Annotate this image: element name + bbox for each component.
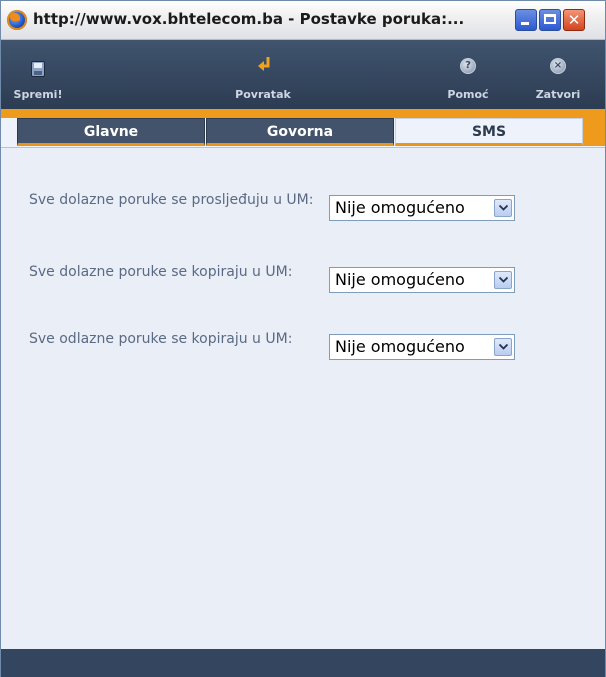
back-button[interactable]: Povratak bbox=[213, 40, 313, 109]
close-button[interactable]: × Zatvori bbox=[521, 40, 595, 109]
save-button[interactable]: Spremi! bbox=[11, 40, 65, 109]
bottom-bar bbox=[1, 649, 605, 677]
chevron-down-icon[interactable] bbox=[494, 271, 512, 289]
maximize-button[interactable] bbox=[539, 9, 561, 31]
tab-glavne[interactable]: Glavne bbox=[17, 118, 205, 146]
floppy-disk-icon bbox=[31, 61, 45, 77]
setting-row-copy-incoming: Sve dolazne poruke se kopiraju u UM: Nij… bbox=[29, 264, 589, 316]
chevron-down-icon[interactable] bbox=[494, 199, 512, 217]
accent-strip bbox=[1, 109, 605, 118]
copy-outgoing-select[interactable]: Nije omogućeno bbox=[329, 334, 515, 360]
save-label: Spremi! bbox=[13, 88, 63, 101]
tab-bar: Glavne Govorna SMS bbox=[1, 118, 605, 148]
chevron-down-icon[interactable] bbox=[494, 338, 512, 356]
setting-row-forward-incoming: Sve dolazne poruke se prosljeđuju u UM: … bbox=[29, 192, 589, 244]
sms-settings-panel: Sve dolazne poruke se prosljeđuju u UM: … bbox=[1, 148, 605, 649]
setting-label: Sve dolazne poruke se kopiraju u UM: bbox=[29, 264, 293, 280]
select-value: Nije omogućeno bbox=[335, 337, 465, 356]
setting-label: Sve dolazne poruke se prosljeđuju u UM: bbox=[29, 192, 314, 208]
tab-sms[interactable]: SMS bbox=[395, 118, 583, 146]
setting-row-copy-outgoing: Sve odlazne poruke se kopiraju u UM: Nij… bbox=[29, 331, 589, 383]
maximize-icon bbox=[544, 14, 556, 24]
tab-bar-accent bbox=[583, 118, 605, 146]
title-bar[interactable]: http://www.vox.bhtelecom.ba - Postavke p… bbox=[1, 1, 605, 40]
question-circle-icon: ? bbox=[460, 58, 476, 74]
help-button[interactable]: ? Pomoć bbox=[433, 40, 503, 109]
return-arrow-icon bbox=[258, 57, 270, 71]
minimize-button[interactable] bbox=[515, 9, 537, 31]
firefox-icon bbox=[7, 10, 27, 30]
x-circle-icon: × bbox=[550, 58, 566, 74]
window-title: http://www.vox.bhtelecom.ba - Postavke p… bbox=[33, 10, 465, 28]
forward-incoming-select[interactable]: Nije omogućeno bbox=[329, 195, 515, 221]
help-label: Pomoć bbox=[447, 88, 489, 101]
close-window-button[interactable]: ✕ bbox=[563, 9, 585, 31]
close-label: Zatvori bbox=[535, 88, 581, 101]
tab-govorna[interactable]: Govorna bbox=[206, 118, 394, 146]
select-value: Nije omogućeno bbox=[335, 198, 465, 217]
minimize-icon bbox=[521, 22, 529, 25]
select-value: Nije omogućeno bbox=[335, 270, 465, 289]
setting-label: Sve odlazne poruke se kopiraju u UM: bbox=[29, 331, 293, 347]
toolbar: Spremi! Povratak ? Pomoć × Zatvori bbox=[1, 40, 605, 109]
popup-window: http://www.vox.bhtelecom.ba - Postavke p… bbox=[0, 0, 606, 677]
copy-incoming-select[interactable]: Nije omogućeno bbox=[329, 267, 515, 293]
back-label: Povratak bbox=[235, 88, 291, 101]
close-icon: ✕ bbox=[567, 11, 581, 29]
